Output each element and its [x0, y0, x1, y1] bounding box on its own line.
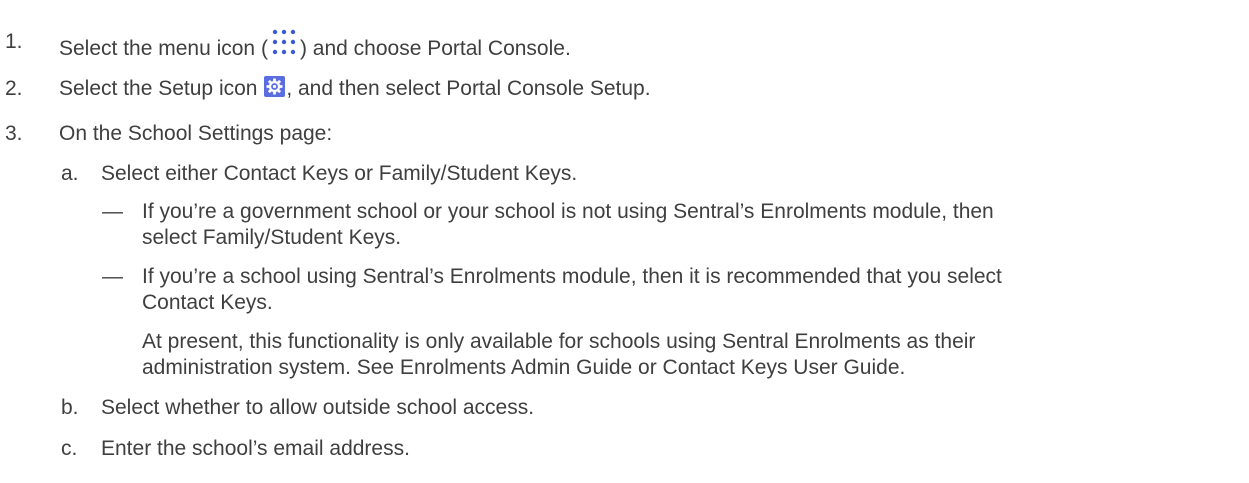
substep-text: Enter the school’s email address. — [101, 437, 410, 460]
step-number: 1. — [5, 30, 23, 53]
step-text: On the School Settings page: — [59, 122, 333, 145]
step-text-before-icon: Select the Setup icon — [59, 77, 264, 100]
step-text-after-icon: , and then select Portal Console Setup. — [286, 77, 651, 100]
substep-text: Select either Contact Keys or Family/Stu… — [101, 162, 578, 185]
bullet-dash: — — [102, 265, 123, 288]
menu-dots-icon — [272, 29, 296, 55]
substep-letter: b. — [61, 396, 79, 419]
bullet-line: If you’re a government school or your sc… — [142, 200, 994, 223]
document-page: 1. Select the menu icon ( ) and choose P… — [0, 0, 1249, 483]
step-number: 2. — [5, 77, 23, 100]
step-text: Select the Setup icon , and then select … — [59, 76, 651, 102]
step-text-before-icon: Select the menu icon ( — [59, 37, 268, 60]
bullet-dash: — — [102, 200, 123, 223]
step-text-after-icon: ) and choose Portal Console. — [299, 37, 571, 60]
substep-letter: c. — [61, 437, 78, 460]
bullet-line: select Family/Student Keys. — [142, 226, 402, 249]
bullet-line: If you’re a school using Sentral’s Enrol… — [142, 265, 1002, 288]
note-line: administration system. See Enrolments Ad… — [142, 356, 906, 379]
bullet-line: Contact Keys. — [142, 291, 273, 314]
gear-icon — [264, 76, 286, 97]
substep-text: Select whether to allow outside school a… — [101, 396, 535, 419]
step-text: Select the menu icon ( ) and choose Port… — [59, 29, 571, 62]
substep-letter: a. — [61, 162, 79, 185]
note-line: At present, this functionality is only a… — [142, 330, 976, 353]
step-number: 3. — [5, 122, 23, 145]
